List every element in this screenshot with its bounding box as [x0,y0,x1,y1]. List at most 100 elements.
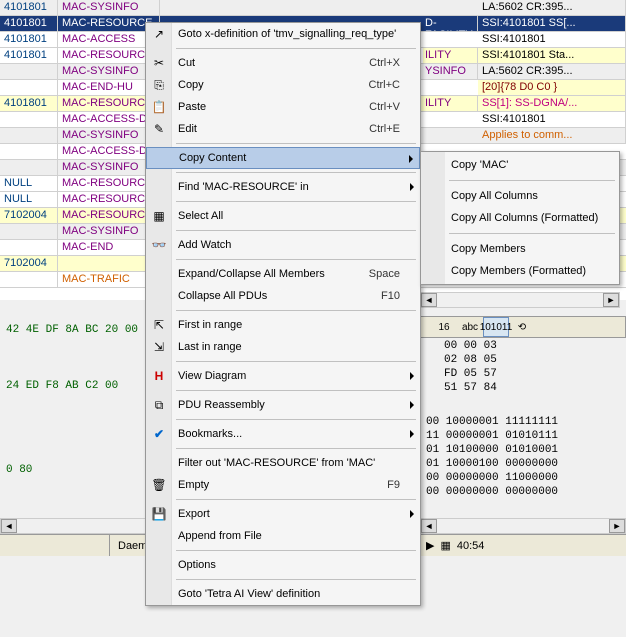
cell-id: 4101801 [0,96,58,111]
menu-edit[interactable]: ✎EditCtrl+E [146,118,420,140]
cell-message: SS[1]: SS-DGNA/... [478,96,626,112]
menu-label: Goto 'Tetra AI View' definition [178,588,414,600]
bin-line: 11 00000001 01010111 [426,430,558,442]
empty-icon: 🗑 [151,477,167,493]
toolbar-btn-1[interactable]: 16 [431,317,457,337]
bin-scrollbar[interactable]: ◄► [420,518,626,534]
menu-find-in[interactable]: Find 'MAC-RESOURCE' in [146,176,420,198]
copy-icon: ⎘ [151,77,167,93]
cell-id [0,144,58,159]
menu-label: Filter out 'MAC-RESOURCE' from 'MAC' [178,457,414,469]
hex-toolbar[interactable]: |16abc101011⟲ [404,316,626,338]
hex-line: 24 ED F8 AB C2 00 [0,378,124,394]
bin-line: 01 10100000 01010001 [426,444,558,456]
options-icon [151,557,167,573]
grid-icon[interactable]: ▦ [440,539,450,552]
hex-right-line: 02 08 05 [444,354,497,366]
menu-export[interactable]: 💾Export [146,503,420,525]
submenu-label: Copy Members [451,243,526,255]
menu-label: Collapse All PDUs [178,290,381,302]
menu-label: Find 'MAC-RESOURCE' in [178,181,414,193]
cell-id: 7102004 [0,256,58,271]
cell-id [0,112,58,127]
toolbar-btn-3[interactable]: 101011 [483,317,509,337]
menu-select-all[interactable]: ▦Select All [146,205,420,227]
cell-message: LA:5602 CR:395... [478,64,626,80]
find-in-icon [151,179,167,195]
copy-content-icon [152,150,168,166]
context-menu[interactable]: ↗ Goto x-definition of 'tmv_signalling_re… [145,22,421,606]
cell-id: 4101801 [0,16,58,31]
right-scrollbar[interactable]: ◄► [420,292,620,308]
cell-id [0,240,58,255]
select-all-icon: ▦ [151,208,167,224]
menu-pdu-reassembly[interactable]: ⧉PDU Reassembly [146,394,420,416]
menu-label: Add Watch [178,239,414,251]
toolbar-btn-4[interactable]: ⟲ [509,317,535,337]
cell-message: SSI:4101801 SS[... [478,16,626,32]
expand-collapse-icon [151,266,167,282]
status-time: 40:54 [457,540,485,552]
cell-id [0,80,58,95]
menu-append-file[interactable]: Append from File [146,525,420,547]
menu-label: Edit [178,123,369,135]
menu-bookmarks[interactable]: ✔Bookmarks... [146,423,420,445]
menu-copy[interactable]: ⎘CopyCtrl+C [146,74,420,96]
submenu-copy-all-cols-fmt[interactable]: Copy All Columns (Formatted) [421,207,619,229]
menu-last-range[interactable]: ⇲Last in range [146,336,420,358]
bin-line: 00 00000000 11000000 [426,472,558,484]
cell-message: Applies to comm... [478,128,626,144]
hex-line [0,434,12,438]
menu-collapse-pdus[interactable]: Collapse All PDUsF10 [146,285,420,307]
menu-shortcut: Ctrl+X [369,57,400,69]
menu-goto-xdef[interactable]: ↗ Goto x-definition of 'tmv_signalling_re… [146,23,420,45]
menu-label: Export [178,508,414,520]
submenu-copy-members-fmt[interactable]: Copy Members (Formatted) [421,260,619,282]
menu-add-watch[interactable]: 👓Add Watch [146,234,420,256]
cell-facility: D-FACILITY [423,16,478,32]
menu-filter-out[interactable]: Filter out 'MAC-RESOURCE' from 'MAC' [146,452,420,474]
submenu-copy-members[interactable]: Copy Members [421,238,619,260]
cell-id: NULL [0,192,58,207]
menu-shortcut: F9 [387,479,400,491]
hex-right-line: 00 00 03 [444,340,497,352]
menu-label: Append from File [178,530,414,542]
pdu-reassembly-icon: ⧉ [151,397,167,413]
menu-label: Goto x-definition of 'tmv_signalling_req… [178,28,414,40]
cell-id [0,64,58,79]
submenu-copy-mac[interactable]: Copy 'MAC' [421,154,619,176]
submenu-arrow-icon [410,510,414,518]
play-icon[interactable]: ▶ [426,539,434,552]
cell-facility: ILITY [423,96,478,112]
menu-paste[interactable]: 📋PasteCtrl+V [146,96,420,118]
menu-label: Copy Content [179,152,413,164]
goto-xdef-icon: ↗ [151,26,167,42]
bookmarks-icon: ✔ [151,426,167,442]
menu-options[interactable]: Options [146,554,420,576]
cell-id: 4101801 [0,32,58,47]
menu-view-diagram[interactable]: HView Diagram [146,365,420,387]
menu-first-range[interactable]: ⇱First in range [146,314,420,336]
submenu-label: Copy All Columns [451,190,538,202]
menu-shortcut: Ctrl+V [369,101,400,113]
menu-shortcut: F10 [381,290,400,302]
menu-expand-collapse[interactable]: Expand/Collapse All MembersSpace [146,263,420,285]
menu-cut[interactable]: ✂CutCtrl+X [146,52,420,74]
cell-id: NULL [0,176,58,191]
cell-id [0,160,58,175]
menu-label: First in range [178,319,414,331]
menu-label: Last in range [178,341,414,353]
bin-line: 00 10000001 11111111 [426,416,558,428]
menu-empty[interactable]: 🗑EmptyF9 [146,474,420,496]
paste-icon: 📋 [151,99,167,115]
cell-id [0,128,58,143]
menu-label: View Diagram [178,370,414,382]
submenu-copy-all-cols[interactable]: Copy All Columns [421,185,619,207]
menu-goto-tetra[interactable]: Goto 'Tetra AI View' definition [146,583,420,605]
edit-icon: ✎ [151,121,167,137]
copy-content-submenu[interactable]: Copy 'MAC' Copy All Columns Copy All Colum… [420,151,620,285]
cell-message: SSI:4101801 [478,112,626,128]
bin-line: 00 00000000 00000000 [426,486,558,498]
menu-copy-content[interactable]: Copy Content [146,147,420,169]
hex-line: 42 4E DF 8A BC 20 00 [0,322,144,338]
